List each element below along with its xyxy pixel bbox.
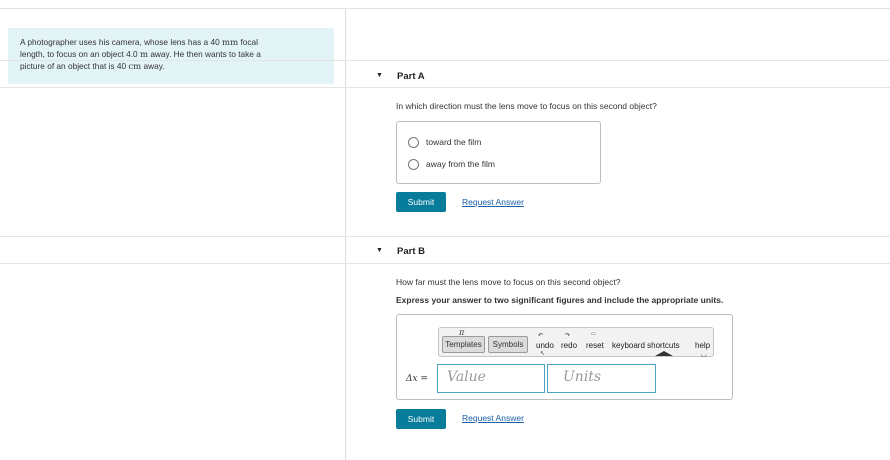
symbols-button[interactable]: Symbols	[488, 336, 528, 353]
part-b-instruction: Express your answer to two significant f…	[396, 295, 724, 305]
part-a-question: In which direction must the lens move to…	[396, 101, 657, 111]
undo-arrow-icon: ↶	[538, 333, 544, 339]
part-b-header[interactable]: ▼ Part B	[0, 236, 890, 264]
part-a-title: Part A	[397, 71, 425, 82]
units-input[interactable]: Units	[547, 364, 656, 393]
redo-arrow-icon: ↷	[565, 333, 571, 339]
radio-circle-icon[interactable]	[408, 159, 419, 170]
math-toolbar: π Templates Symbols ↶ undo ↖ ↷ redo ▭ re…	[438, 327, 714, 358]
problem-line-1: A photographer uses his camera, whose le…	[20, 37, 258, 48]
help-corner-icon: ⌞⌟	[701, 352, 707, 358]
part-b-submit-button[interactable]: Submit	[396, 409, 446, 429]
collapse-triangle-icon[interactable]: ▼	[376, 247, 383, 254]
templates-button[interactable]: Templates	[442, 336, 485, 353]
caret-icon	[655, 351, 673, 356]
collapse-triangle-icon[interactable]: ▼	[376, 72, 383, 79]
redo-button[interactable]: redo	[561, 341, 577, 350]
part-a-header[interactable]: ▼ Part A	[0, 60, 890, 88]
undo-small-icon: ↖	[540, 351, 546, 357]
part-a-request-answer-link[interactable]: Request Answer	[462, 197, 524, 207]
choice-label[interactable]: away from the film	[426, 159, 495, 169]
help-button[interactable]: help	[695, 341, 710, 350]
choice-label[interactable]: toward the film	[426, 137, 481, 147]
answer-box: π Templates Symbols ↶ undo ↖ ↷ redo ▭ re…	[396, 314, 733, 400]
keyboard-shortcuts-button[interactable]: keyboard shortcuts	[612, 341, 680, 350]
reset-button[interactable]: reset	[586, 341, 604, 350]
problem-line-2: length, to focus on an object 4.0 m away…	[20, 48, 261, 60]
keyboard-icon: ▭	[591, 331, 596, 337]
part-a-submit-button[interactable]: Submit	[396, 192, 446, 212]
part-b-question: How far must the lens move to focus on t…	[396, 277, 621, 287]
radio-circle-icon[interactable]	[408, 137, 419, 148]
part-b-request-answer-link[interactable]: Request Answer	[462, 413, 524, 423]
value-input[interactable]: Value	[437, 364, 545, 393]
part-a-choices: toward the film away from the film	[396, 121, 601, 184]
variable-label: Δx =	[406, 374, 428, 384]
part-b-title: Part B	[397, 246, 425, 257]
undo-button[interactable]: undo	[536, 341, 554, 350]
